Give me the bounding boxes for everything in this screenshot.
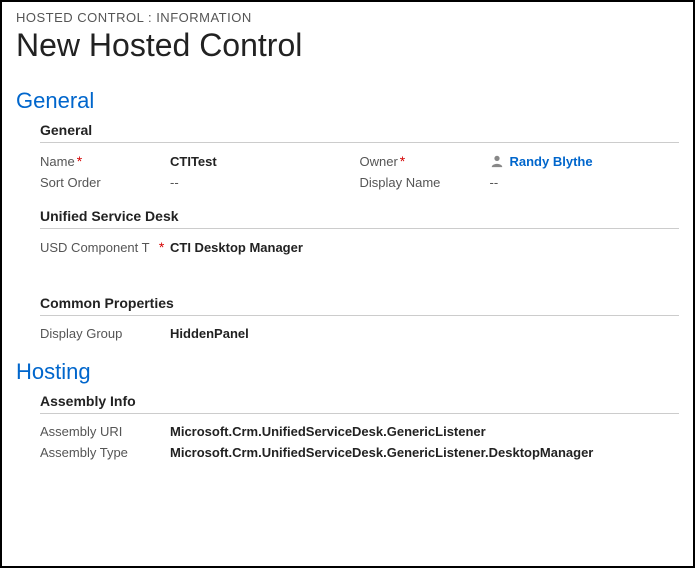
required-icon: *	[159, 239, 164, 255]
usd-component-label: USD Component T *	[40, 239, 170, 255]
section-general-header[interactable]: General	[16, 88, 679, 114]
display-group-value[interactable]: HiddenPanel	[170, 326, 679, 341]
subsection-general: General Name* CTITest Owner* Randy Blyth…	[40, 122, 679, 190]
name-value[interactable]: CTITest	[170, 154, 360, 169]
sort-order-value[interactable]: --	[170, 175, 360, 190]
name-label: Name*	[40, 153, 170, 169]
section-hosting-header[interactable]: Hosting	[16, 359, 679, 385]
assembly-type-value[interactable]: Microsoft.Crm.UnifiedServiceDesk.Generic…	[170, 445, 679, 460]
subsection-assembly-title: Assembly Info	[40, 393, 679, 414]
required-icon: *	[400, 153, 405, 169]
subsection-common: Common Properties Display Group HiddenPa…	[40, 295, 679, 341]
owner-label: Owner*	[360, 153, 490, 169]
required-icon: *	[77, 153, 82, 169]
field-row-assembly-type: Assembly Type Microsoft.Crm.UnifiedServi…	[40, 445, 679, 460]
subsection-usd-title: Unified Service Desk	[40, 208, 679, 229]
field-row-sortorder-displayname: Sort Order -- Display Name --	[40, 175, 679, 190]
field-row-component: USD Component T * CTI Desktop Manager	[40, 239, 679, 255]
assembly-type-label: Assembly Type	[40, 445, 170, 460]
display-name-label: Display Name	[360, 175, 490, 190]
page-title: New Hosted Control	[16, 27, 679, 64]
usd-component-value[interactable]: CTI Desktop Manager	[170, 240, 679, 255]
field-row-assembly-uri: Assembly URI Microsoft.Crm.UnifiedServic…	[40, 424, 679, 439]
subsection-assembly: Assembly Info Assembly URI Microsoft.Crm…	[40, 393, 679, 460]
breadcrumb: HOSTED CONTROL : INFORMATION	[16, 10, 679, 25]
subsection-common-title: Common Properties	[40, 295, 679, 316]
assembly-uri-label: Assembly URI	[40, 424, 170, 439]
owner-link[interactable]: Randy Blythe	[490, 154, 593, 169]
display-group-label: Display Group	[40, 326, 170, 341]
display-name-value[interactable]: --	[490, 175, 680, 190]
subsection-general-title: General	[40, 122, 679, 143]
sort-order-label: Sort Order	[40, 175, 170, 190]
owner-value: Randy Blythe	[510, 154, 593, 169]
assembly-uri-value[interactable]: Microsoft.Crm.UnifiedServiceDesk.Generic…	[170, 424, 679, 439]
person-icon	[490, 154, 504, 168]
field-row-name-owner: Name* CTITest Owner* Randy Blythe	[40, 153, 679, 169]
subsection-usd: Unified Service Desk USD Component T * C…	[40, 208, 679, 255]
field-row-display-group: Display Group HiddenPanel	[40, 326, 679, 341]
